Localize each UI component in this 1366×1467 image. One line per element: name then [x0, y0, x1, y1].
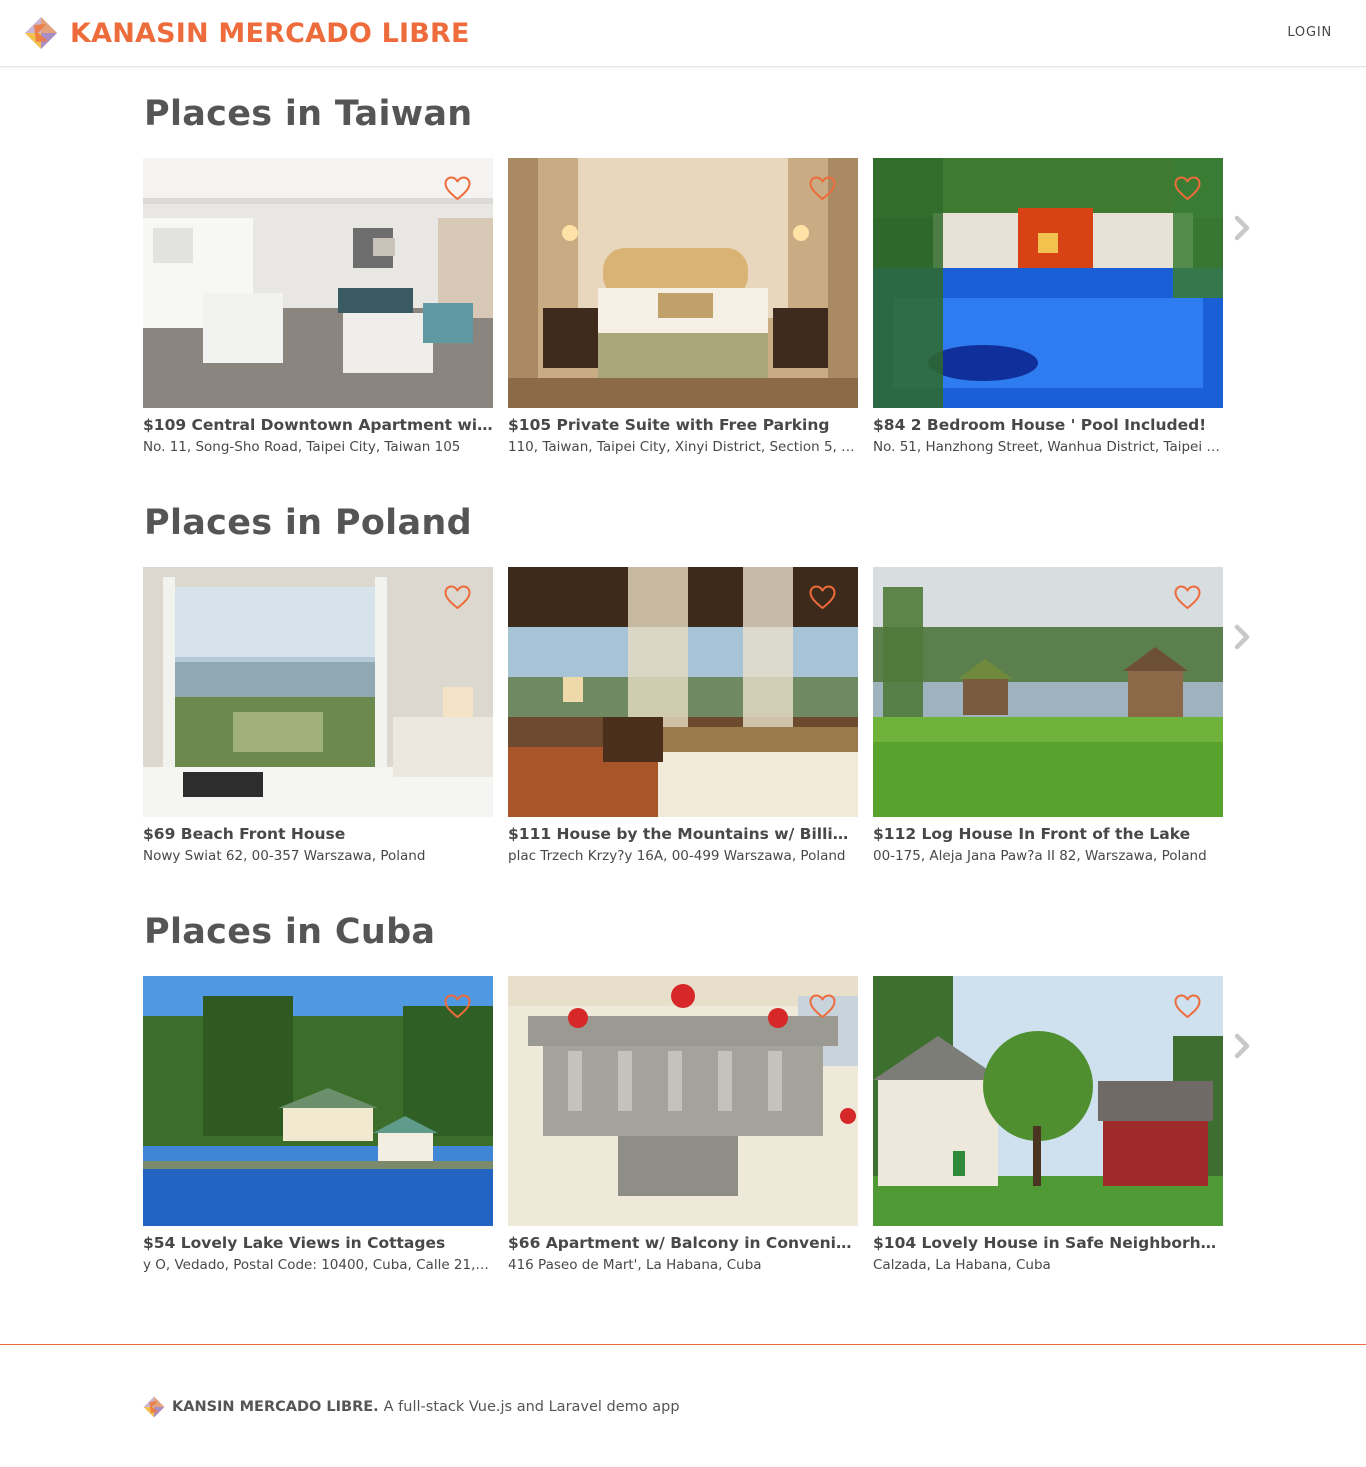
- listing-photo-hotel-bedroom[interactable]: [508, 158, 858, 408]
- listing-title[interactable]: $54 Lovely Lake Views in Cottages: [143, 1233, 493, 1253]
- listing-card[interactable]: $112 Log House In Front of the Lake 00-1…: [873, 567, 1223, 867]
- favorite-heart-icon[interactable]: [809, 176, 836, 201]
- favorite-heart-icon[interactable]: [809, 994, 836, 1019]
- listing-photo-sea-view-bedroom[interactable]: [143, 567, 493, 817]
- listing-card[interactable]: $109 Central Downtown Apartment with Ame…: [143, 158, 493, 458]
- section-title: Places in Taiwan: [144, 94, 473, 134]
- listing-title[interactable]: $69 Beach Front House: [143, 824, 493, 844]
- listing-address: 110, Taiwan, Taipei City, Xinyi District…: [508, 439, 858, 455]
- diamond-logo-icon: [24, 16, 58, 50]
- section-poland: Places in Poland $69 Beach Front House N…: [143, 503, 1263, 864]
- listing-photo-mountain-lodge-bedroom[interactable]: [508, 567, 858, 817]
- listing-title[interactable]: $111 House by the Mountains w/ Billiards…: [508, 824, 858, 844]
- footer-tagline: A full-stack Vue.js and Laravel demo app: [383, 1399, 680, 1415]
- listing-photo-lake-cottages[interactable]: [143, 976, 493, 1226]
- favorite-heart-icon[interactable]: [444, 585, 471, 610]
- section-title: Places in Poland: [144, 503, 472, 543]
- favorite-heart-icon[interactable]: [809, 585, 836, 610]
- listing-photo-stone-balcony[interactable]: [508, 976, 858, 1226]
- listing-title[interactable]: $112 Log House In Front of the Lake: [873, 824, 1223, 844]
- listing-photo-log-cabins-lake[interactable]: [873, 567, 1223, 817]
- listing-card[interactable]: $111 House by the Mountains w/ Billiards…: [508, 567, 858, 867]
- top-navigation-bar: KANASIN MERCADO LIBRE LOGIN: [0, 0, 1366, 67]
- brand-name: KANASIN MERCADO LIBRE: [70, 17, 470, 49]
- listing-title[interactable]: $109 Central Downtown Apartment with Ame…: [143, 415, 493, 435]
- carousel-next-chevron-right-icon[interactable]: [1231, 212, 1253, 244]
- carousel-next-chevron-right-icon[interactable]: [1231, 621, 1253, 653]
- listing-card[interactable]: $69 Beach Front House Nowy Swiat 62, 00-…: [143, 567, 493, 867]
- listing-card[interactable]: $66 Apartment w/ Balcony in Convenient L…: [508, 976, 858, 1276]
- listing-carousel: $69 Beach Front House Nowy Swiat 62, 00-…: [143, 567, 1223, 867]
- listing-carousel: $54 Lovely Lake Views in Cottages y O, V…: [143, 976, 1223, 1276]
- favorite-heart-icon[interactable]: [444, 994, 471, 1019]
- listing-card[interactable]: $54 Lovely Lake Views in Cottages y O, V…: [143, 976, 493, 1276]
- footer-brand: KANSIN MERCADO LIBRE.: [172, 1399, 379, 1415]
- listing-address: y O, Vedado, Postal Code: 10400, Cuba, C…: [143, 1257, 493, 1273]
- listing-address: Nowy Swiat 62, 00-357 Warszawa, Poland: [143, 848, 426, 864]
- carousel-next-chevron-right-icon[interactable]: [1231, 1030, 1253, 1062]
- listing-title[interactable]: $104 Lovely House in Safe Neighborhood: [873, 1233, 1223, 1253]
- listing-photo-farmhouse[interactable]: [873, 976, 1223, 1226]
- page-footer: KANSIN MERCADO LIBRE. A full-stack Vue.j…: [0, 1344, 1366, 1467]
- listing-card[interactable]: $104 Lovely House in Safe Neighborhood C…: [873, 976, 1223, 1276]
- listing-address: 416 Paseo de Mart', La Habana, Cuba: [508, 1257, 762, 1273]
- listing-address: Calzada, La Habana, Cuba: [873, 1257, 1051, 1273]
- section-cuba: Places in Cuba $54 Lovely Lake Views in …: [143, 912, 1263, 1273]
- listing-carousel: $109 Central Downtown Apartment with Ame…: [143, 158, 1223, 458]
- favorite-heart-icon[interactable]: [1174, 994, 1201, 1019]
- listing-title[interactable]: $66 Apartment w/ Balcony in Convenient L…: [508, 1233, 858, 1253]
- listing-address: No. 51, Hanzhong Street, Wanhua District…: [873, 439, 1223, 455]
- favorite-heart-icon[interactable]: [1174, 176, 1201, 201]
- listing-address: No. 11, Song-Sho Road, Taipei City, Taiw…: [143, 439, 461, 455]
- footer-content: KANSIN MERCADO LIBRE. A full-stack Vue.j…: [143, 1396, 680, 1418]
- listing-address: plac Trzech Krzy?y 16A, 00-499 Warszawa,…: [508, 848, 846, 864]
- section-title: Places in Cuba: [144, 912, 436, 952]
- listing-title[interactable]: $105 Private Suite with Free Parking: [508, 415, 858, 435]
- listing-card[interactable]: $105 Private Suite with Free Parking 110…: [508, 158, 858, 458]
- listing-address: 00-175, Aleja Jana Paw?a II 82, Warszawa…: [873, 848, 1207, 864]
- login-link[interactable]: LOGIN: [1287, 25, 1332, 40]
- listing-photo-apartment-interior[interactable]: [143, 158, 493, 408]
- home-brand-link[interactable]: KANASIN MERCADO LIBRE: [24, 16, 470, 50]
- diamond-logo-icon: [143, 1396, 165, 1418]
- listing-photo-pool[interactable]: [873, 158, 1223, 408]
- favorite-heart-icon[interactable]: [1174, 585, 1201, 610]
- listing-card[interactable]: $84 2 Bedroom House ' Pool Included! No.…: [873, 158, 1223, 458]
- favorite-heart-icon[interactable]: [444, 176, 471, 201]
- listing-title[interactable]: $84 2 Bedroom House ' Pool Included!: [873, 415, 1223, 435]
- section-taiwan: Places in Taiwan $109 Central Downtown A…: [143, 94, 1263, 455]
